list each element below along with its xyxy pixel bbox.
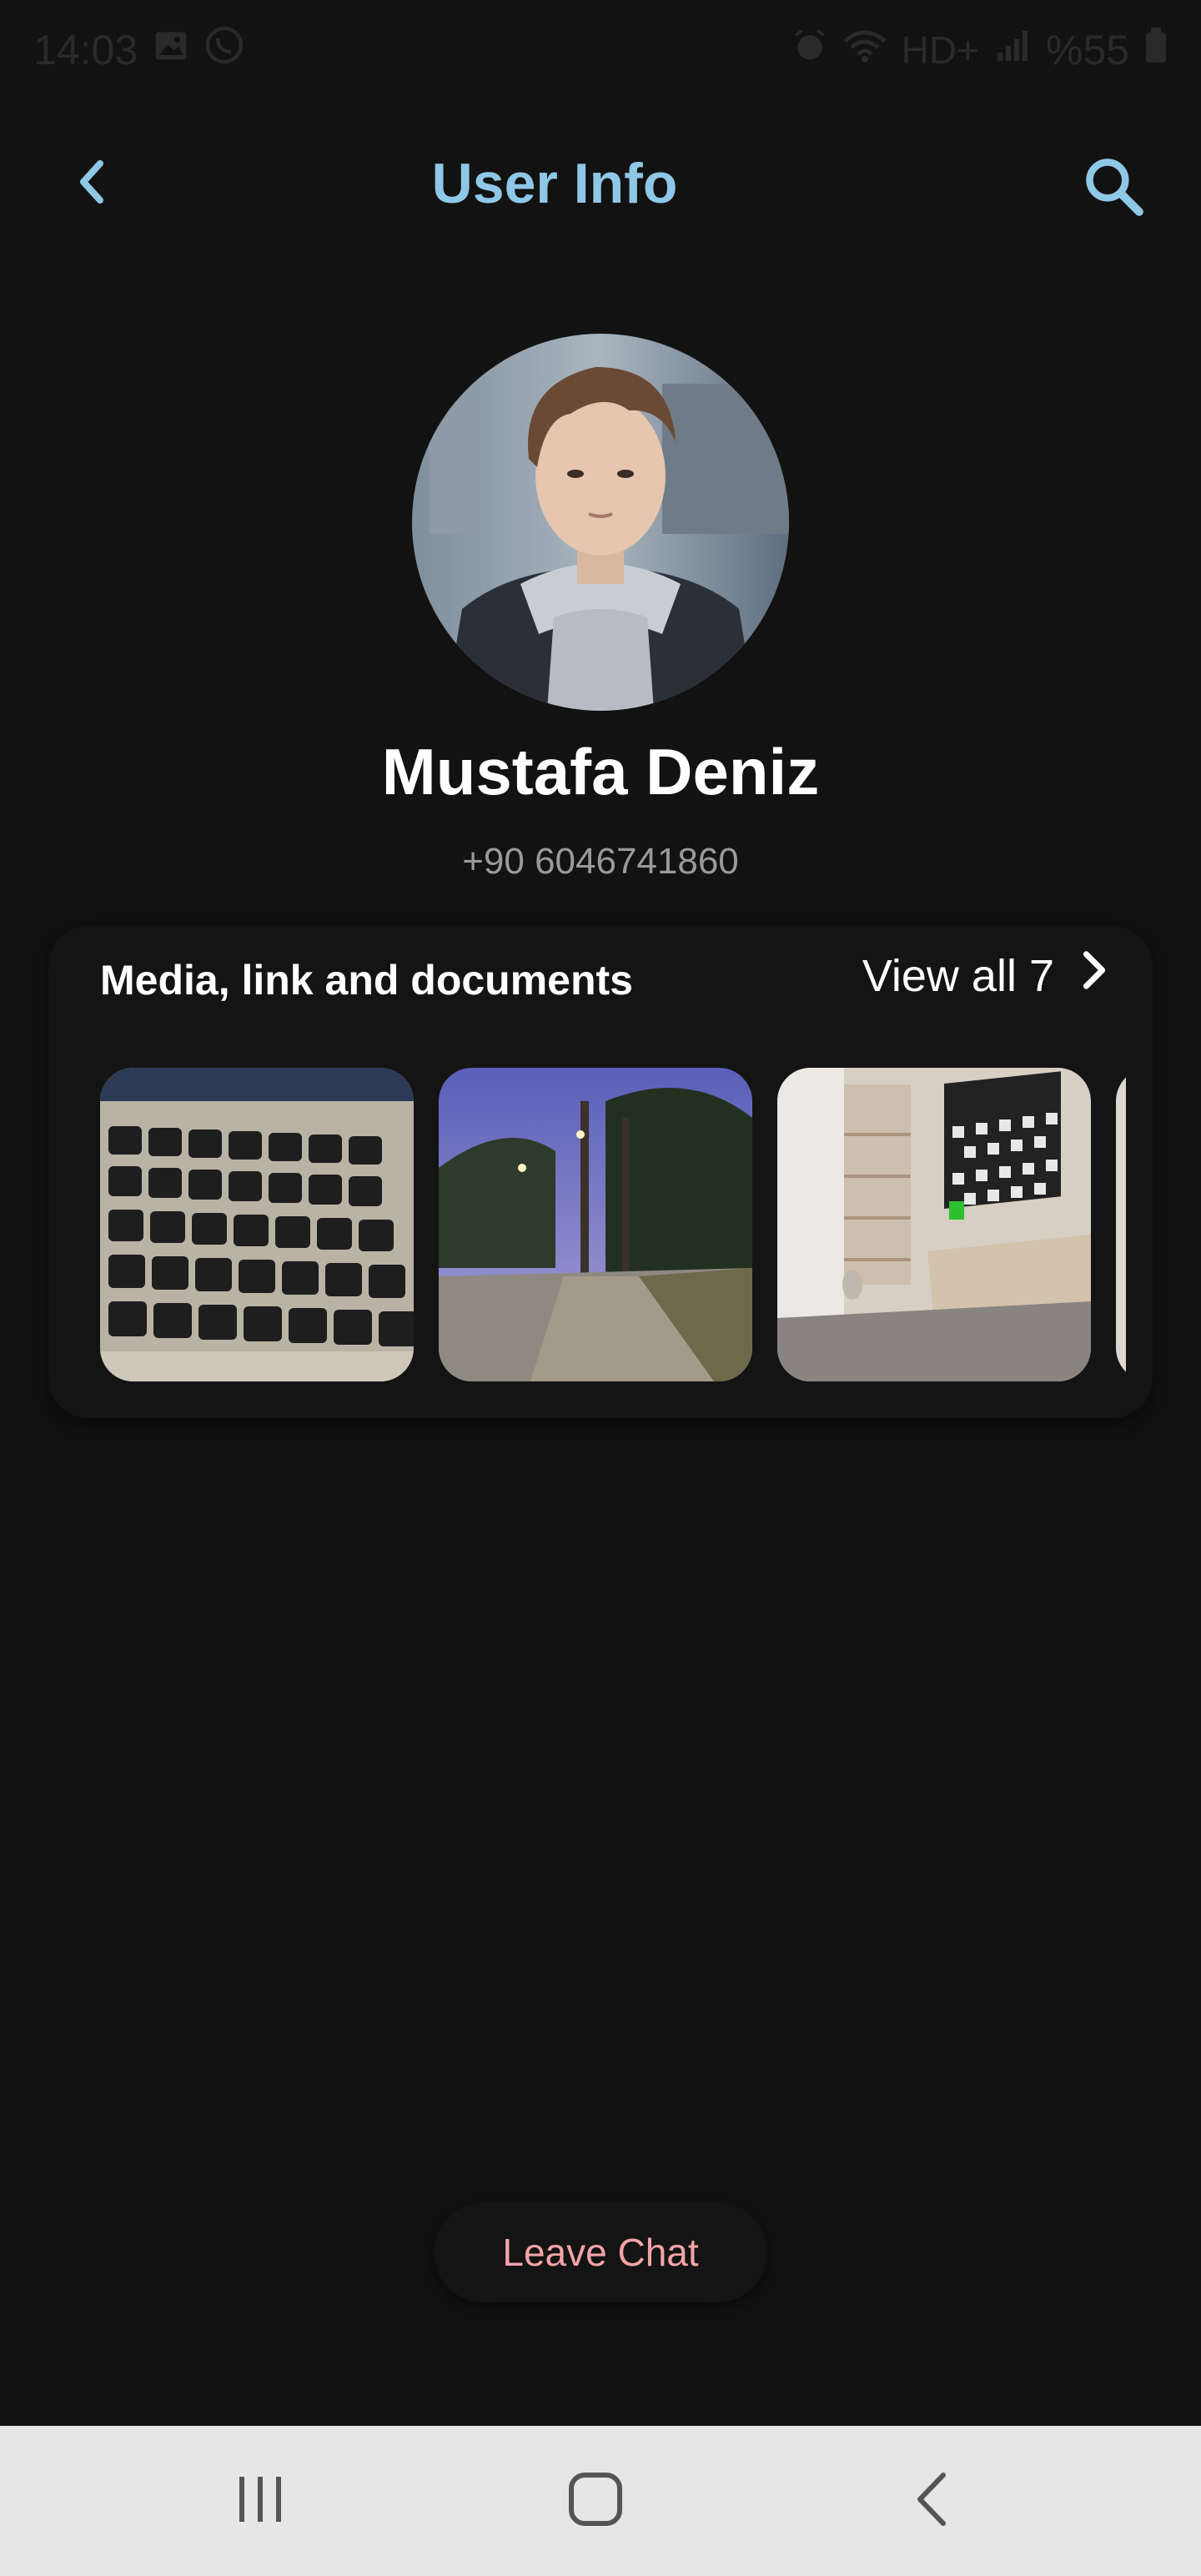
status-right: HD+ %55 <box>791 26 1168 74</box>
view-all-button[interactable]: View all 7 <box>862 949 1109 1002</box>
signal-icon <box>994 26 1031 74</box>
avatar-photo <box>412 334 789 711</box>
alarm-icon <box>791 26 828 74</box>
home-button[interactable] <box>554 2459 637 2543</box>
status-left: 14:03 <box>33 25 244 75</box>
user-phone: +90 6046741860 <box>462 841 739 882</box>
media-thumbnail[interactable] <box>100 1068 414 1381</box>
gallery-icon <box>153 26 189 74</box>
battery-icon <box>1144 26 1168 74</box>
partial-image <box>1116 1068 1126 1381</box>
search-button[interactable] <box>1076 150 1151 225</box>
search-icon <box>1082 154 1145 222</box>
room-image <box>777 1068 1091 1381</box>
system-nav-bar <box>0 2426 1201 2576</box>
hd-plus-icon: HD+ <box>901 28 979 72</box>
status-time: 14:03 <box>33 27 138 73</box>
status-bar: 14:03 HD+ %55 <box>0 0 1201 100</box>
avatar[interactable] <box>412 334 789 711</box>
home-icon <box>566 2470 625 2533</box>
media-thumbnail[interactable] <box>439 1068 752 1381</box>
recents-button[interactable] <box>219 2459 302 2543</box>
media-thumbnail[interactable] <box>777 1068 1091 1381</box>
media-section-title: Media, link and documents <box>100 957 633 1004</box>
wifi-icon <box>843 26 887 74</box>
whatsapp-icon <box>204 25 244 75</box>
header: User Info <box>0 133 1201 234</box>
battery-percent: %55 <box>1045 27 1129 73</box>
leave-chat-button[interactable]: Leave Chat <box>434 2202 767 2302</box>
user-name: Mustafa Deniz <box>381 735 820 808</box>
back-arrow-icon <box>905 2470 963 2533</box>
system-back-button[interactable] <box>892 2459 976 2543</box>
view-all-label: View all 7 <box>862 950 1054 1001</box>
chevron-right-icon <box>1079 949 1109 1002</box>
keyboard-image <box>100 1068 414 1381</box>
street-image <box>439 1068 752 1381</box>
page-title: User Info <box>431 152 678 215</box>
recents-icon <box>231 2470 289 2533</box>
media-thumbnails <box>100 1068 1126 1381</box>
media-thumbnail[interactable] <box>1116 1068 1126 1381</box>
media-card: Media, link and documents View all 7 <box>48 926 1153 1418</box>
